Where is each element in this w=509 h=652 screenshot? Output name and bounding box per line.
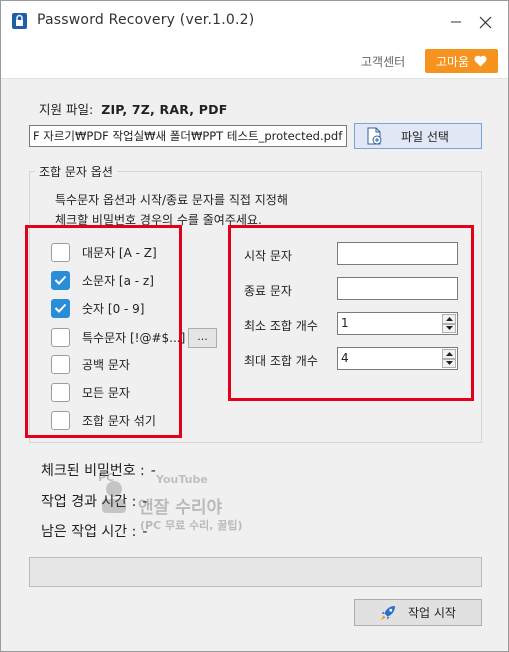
min-length-label: 최소 조합 개수 [244,319,318,333]
checkbox-box[interactable] [51,242,70,262]
start-char-label: 시작 문자 [244,249,292,263]
arrow-down-icon [445,361,453,366]
supported-files: 지원 파일: ZIP, 7Z, RAR, PDF [39,99,227,118]
thanks-button[interactable]: 고마움 [425,49,498,73]
checkbox-label: 모든 문자 [82,385,130,400]
arrow-down-icon [445,326,453,331]
checkbox-lowercase[interactable]: 소문자 [a - z] [51,269,154,291]
checkbox-box[interactable] [51,270,70,290]
close-icon [479,16,491,28]
spin-down-button[interactable] [442,358,456,368]
minimize-button[interactable] [442,9,470,35]
checkbox-uppercase[interactable]: 대문자 [A - Z] [51,241,157,263]
checkbox-label: 공백 문자 [82,357,130,372]
window-title: Password Recovery (ver.1.0.2) [37,12,255,28]
top-bar: 고객센터 고마움 [1,41,508,79]
checkbox-box[interactable] [51,354,70,374]
options-group-title: 조합 문자 옵션 [35,163,117,180]
checkbox-all[interactable]: 모든 문자 [51,381,130,403]
select-file-button[interactable]: 파일 선택 [354,123,482,149]
checkmark-icon [54,303,67,313]
app-window: Password Recovery (ver.1.0.2) 고객센터 고마움 지… [0,0,509,652]
checkbox-label: 대문자 [A - Z] [82,245,157,260]
checkbox-box[interactable] [51,327,70,347]
heart-icon [474,55,487,67]
start-char-input[interactable] [337,242,458,265]
lock-icon [12,13,27,29]
watermark-pc: PC [98,471,115,484]
max-length-label: 최대 조합 개수 [244,354,318,368]
add-file-icon [367,127,382,145]
watermark: PC YouTube 앤잘 수리야 (PC 무료 수리, 꿀팁) [96,471,286,541]
checkbox-label: 특수문자 [!@#$...] [82,330,186,345]
spin-up-button[interactable] [442,349,456,359]
supported-files-label: 지원 파일: [39,102,94,117]
spin-up-button[interactable] [442,314,456,324]
checkbox-label: 숫자 [0 - 9] [82,301,145,316]
checkmark-icon [54,275,67,285]
rocket-icon [381,605,395,620]
spin-down-button[interactable] [442,323,456,333]
close-button[interactable] [471,9,499,35]
file-path-input[interactable]: F 자르기₩PDF 작업실₩새 폴더₩PPT 테스트_protected.pdf [29,125,347,147]
options-desc-line1: 특수문자 옵션과 시작/종료 문자를 직접 지정해 [55,193,288,207]
checkbox-box[interactable] [51,298,70,318]
start-button[interactable]: 작업 시작 [354,599,482,626]
select-file-label: 파일 선택 [401,129,449,144]
checkbox-special[interactable]: 특수문자 [!@#$...] [51,326,185,348]
watermark-subtitle: (PC 무료 수리, 꿀팁) [140,519,243,532]
end-char-input[interactable] [337,277,458,300]
thanks-label: 고마움 [435,54,470,69]
watermark-title: 앤잘 수리야 [138,498,223,518]
end-char-label: 종료 문자 [244,284,292,298]
arrow-up-icon [445,351,453,356]
max-length-spinner[interactable] [442,349,456,368]
checkbox-box[interactable] [51,410,70,430]
min-length-stepper[interactable]: 1 [337,312,458,335]
start-button-label: 작업 시작 [408,606,456,620]
title-bar: Password Recovery (ver.1.0.2) [1,1,508,41]
minimize-icon [451,21,461,23]
checkbox-box[interactable] [51,382,70,402]
checkbox-digits[interactable]: 숫자 [0 - 9] [51,297,145,319]
checkbox-shuffle[interactable]: 조합 문자 섞기 [51,409,156,431]
min-length-spinner[interactable] [442,314,456,333]
support-link[interactable]: 고객센터 [361,53,405,70]
max-length-stepper[interactable]: 4 [337,347,458,370]
progress-bar [29,557,482,587]
max-length-value: 4 [341,351,349,365]
checkbox-label: 소문자 [a - z] [82,273,154,288]
file-path-value: F 자르기₩PDF 작업실₩새 폴더₩PPT 테스트_protected.pdf [33,129,343,143]
arrow-up-icon [445,316,453,321]
checkbox-space[interactable]: 공백 문자 [51,353,130,375]
supported-file-types: ZIP, 7Z, RAR, PDF [101,102,228,117]
watermark-youtube: YouTube [156,473,208,486]
checkbox-label: 조합 문자 섞기 [82,413,156,428]
min-length-value: 1 [341,316,349,330]
special-chars-more-button[interactable]: ... [188,328,217,348]
